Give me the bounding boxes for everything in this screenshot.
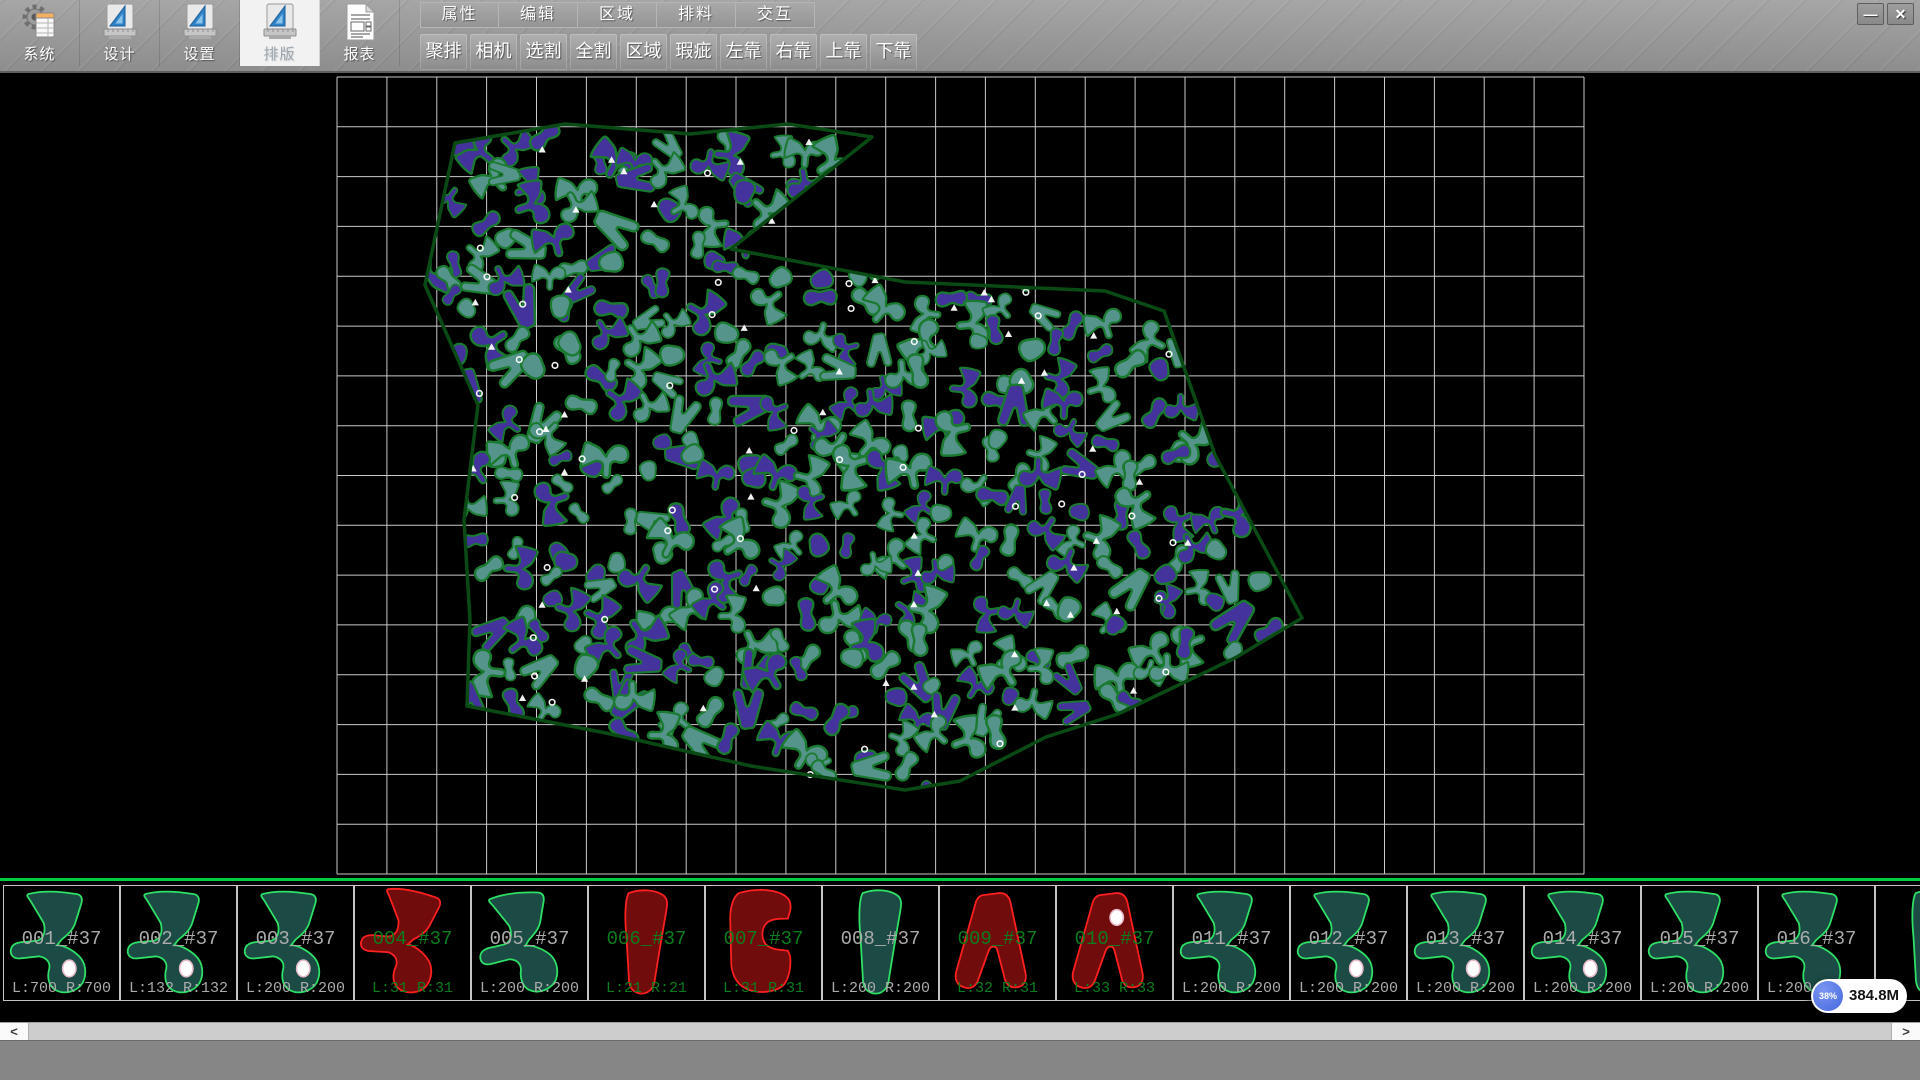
layout-ruler-icon	[260, 2, 300, 42]
scroll-left-button[interactable]: <	[0, 1023, 29, 1040]
piece-id-label: 005_#37	[472, 928, 587, 950]
tool-button-bar: 聚排相机选割全割区域瑕疵左靠右靠上靠下靠	[420, 34, 920, 70]
app-button-label: 设计	[103, 43, 135, 64]
piece-lr-count-label: L:200 R:200	[1408, 980, 1523, 997]
design-ruler-icon	[100, 2, 140, 42]
app-button-label: 设置	[183, 43, 215, 64]
tool-button-8[interactable]: 上靠	[820, 34, 867, 70]
piece-id-label: 001_#37	[4, 928, 119, 950]
piece-lr-count-label: L:21 R:21	[589, 980, 704, 997]
piece-thumbnail-15[interactable]: 015_#37 L:200 R:200	[1641, 885, 1758, 1001]
piece-lr-count-label: L:200 R:200	[1291, 980, 1406, 997]
tool-button-1[interactable]: 相机	[470, 34, 517, 70]
tool-button-2[interactable]: 选割	[520, 34, 567, 70]
piece-id-label: 002_#37	[121, 928, 236, 950]
nesting-application-window: 系统设计设置排版报表 属性编辑区域排料交互 聚排相机选割全割区域瑕疵左靠右靠上靠…	[0, 0, 1920, 1080]
piece-lr-count-label: L:31 R:31	[355, 980, 470, 997]
scroll-right-button[interactable]: >	[1891, 1023, 1920, 1040]
piece-id-label: 006_#37	[589, 928, 704, 950]
piece-lr-count-label: L:31 R:31	[706, 980, 821, 997]
minimize-button[interactable]: —	[1857, 3, 1884, 25]
settings-ruler-icon	[180, 2, 220, 42]
piece-lr-count-label: L:32 R:31	[940, 980, 1055, 997]
close-button[interactable]: ✕	[1887, 3, 1914, 25]
piece-id-label: 009_#37	[940, 928, 1055, 950]
app-button-layout-ruler[interactable]: 排版	[240, 0, 320, 66]
piece-thumbnail-7[interactable]: 007_#37 L:31 R:31	[705, 885, 822, 1001]
piece-id-label: 013_#37	[1408, 928, 1523, 950]
app-button-settings-ruler[interactable]: 设置	[160, 0, 240, 66]
tool-button-7[interactable]: 右靠	[770, 34, 817, 70]
piece-id-label: 007_#37	[706, 928, 821, 950]
app-button-label: 报表	[343, 43, 375, 64]
piece-thumbnail-strip: 001_#37L:700 R:700002_#37L:132 R:132003_…	[0, 881, 1920, 1022]
menu-tab-1[interactable]: 编辑	[499, 2, 578, 28]
progress-circle: 38%	[1813, 981, 1843, 1011]
tool-button-0[interactable]: 聚排	[420, 34, 467, 70]
piece-thumbnail-4[interactable]: 004_#37 L:31 R:31	[354, 885, 471, 1001]
horizontal-scrollbar[interactable]: < >	[0, 1022, 1920, 1040]
piece-thumbnail-1[interactable]: 001_#37 L:700 R:700	[3, 885, 120, 1001]
window-controls: — ✕	[1857, 3, 1914, 25]
piece-lr-count-label: L:200 R:200	[1642, 980, 1757, 997]
piece-id-label: 003_#37	[238, 928, 353, 950]
piece-id-label: 008_#37	[823, 928, 938, 950]
ribbon-toolbar: 系统设计设置排版报表 属性编辑区域排料交互 聚排相机选割全割区域瑕疵左靠右靠上靠…	[0, 0, 1920, 73]
piece-id-label: 015_#37	[1642, 928, 1757, 950]
piece-lr-count-label: L:200 R:200	[472, 980, 587, 997]
menu-tab-2[interactable]: 区域	[578, 2, 657, 28]
piece-lr-count-label: L:132 R:132	[121, 980, 236, 997]
piece-id-label: 010_#37	[1057, 928, 1172, 950]
piece-lr-count-label: L:700 R:700	[4, 980, 119, 997]
piece-id-label: 004_#37	[355, 928, 470, 950]
piece-lr-count-label: L:200 R:200	[238, 980, 353, 997]
piece-thumbnail-10[interactable]: 010_#37 L:33 R:33	[1056, 885, 1173, 1001]
app-button-label: 系统	[23, 43, 55, 64]
piece-thumbnail-13[interactable]: 013_#37 L:200 R:200	[1407, 885, 1524, 1001]
piece-lr-count-label: L:200 R:200	[1525, 980, 1640, 997]
piece-lr-count-label: L:200 R:200	[823, 980, 938, 997]
tool-button-3[interactable]: 全割	[570, 34, 617, 70]
piece-thumbnail-5[interactable]: 005_#37 L:200 R:200	[471, 885, 588, 1001]
menu-tab-3[interactable]: 排料	[657, 2, 736, 28]
memory-value: 384.8M	[1849, 979, 1899, 1013]
menu-tab-4[interactable]: 交互	[736, 2, 815, 28]
piece-thumbnail-2[interactable]: 002_#37 L:132 R:132	[120, 885, 237, 1001]
status-bar	[0, 1040, 1920, 1080]
piece-thumbnail-9[interactable]: 009_#37 L:32 R:31	[939, 885, 1056, 1001]
piece-thumbnail-3[interactable]: 003_#37 L:200 R:200	[237, 885, 354, 1001]
app-button-report-document[interactable]: 报表	[320, 0, 400, 66]
piece-id-label: 011_#37	[1174, 928, 1289, 950]
app-module-bar: 系统 设计 设置 排版 报表	[0, 0, 400, 66]
piece-lr-count-label: L:200 R:200	[1174, 980, 1289, 997]
tool-button-5[interactable]: 瑕疵	[670, 34, 717, 70]
piece-id-label: 014_#37	[1525, 928, 1640, 950]
app-button-design-ruler[interactable]: 设计	[80, 0, 160, 66]
piece-lr-count-label: L:33 R:33	[1057, 980, 1172, 997]
tool-button-4[interactable]: 区域	[620, 34, 667, 70]
piece-thumbnail-11[interactable]: 011_#37 L:200 R:200	[1173, 885, 1290, 1001]
nesting-canvas[interactable]	[0, 73, 1920, 878]
gear-document-icon	[20, 2, 60, 42]
tool-button-6[interactable]: 左靠	[720, 34, 767, 70]
piece-id-label: 012_#37	[1291, 928, 1406, 950]
piece-id-label: 016_#37	[1759, 928, 1874, 950]
piece-thumbnail-6[interactable]: 006_#37 L:21 R:21	[588, 885, 705, 1001]
menu-tab-bar: 属性编辑区域排料交互	[420, 2, 815, 28]
tool-button-9[interactable]: 下靠	[870, 34, 917, 70]
progress-memory-badge: 38% 384.8M	[1811, 979, 1907, 1013]
piece-thumbnail-14[interactable]: 014_#37 L:200 R:200	[1524, 885, 1641, 1001]
app-button-label: 排版	[263, 43, 295, 64]
piece-thumbnail-8[interactable]: 008_#37 L:200 R:200	[822, 885, 939, 1001]
app-button-gear-document[interactable]: 系统	[0, 0, 80, 66]
report-document-icon	[340, 2, 380, 42]
menu-tab-0[interactable]: 属性	[420, 2, 499, 28]
piece-thumbnail-12[interactable]: 012_#37 L:200 R:200	[1290, 885, 1407, 1001]
